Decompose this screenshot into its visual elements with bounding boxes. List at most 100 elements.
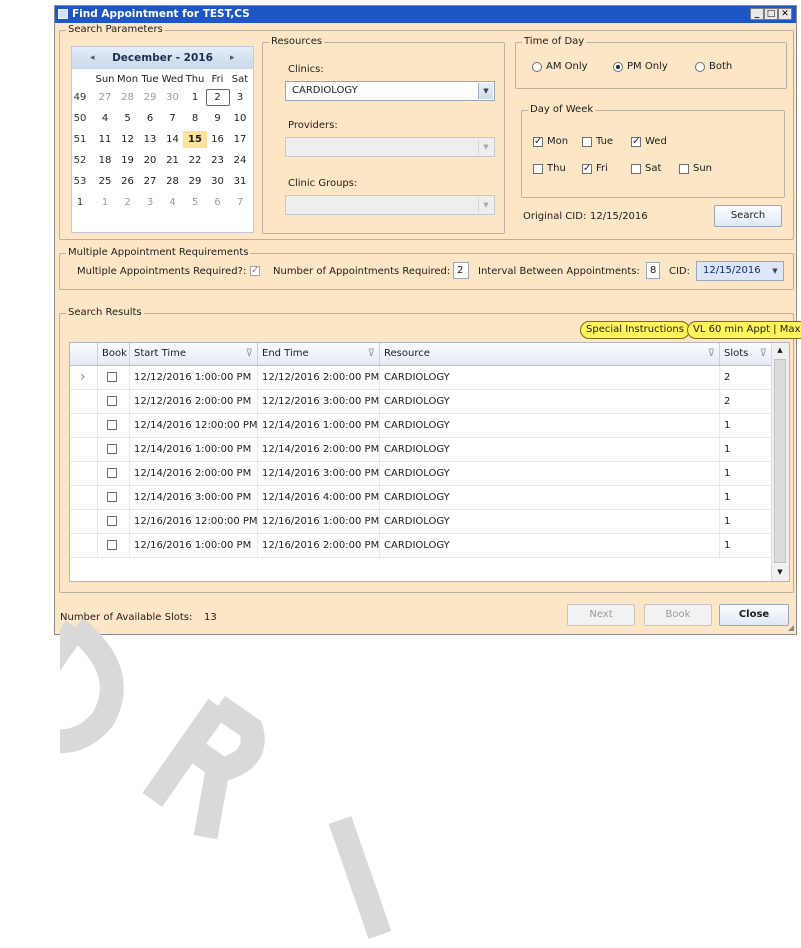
book-checkbox[interactable] [107,396,117,406]
multiple-required-checkbox[interactable]: ✓ [250,266,260,276]
calendar-day[interactable]: 29 [138,89,162,106]
calendar-day[interactable]: 24 [228,152,252,169]
calendar-day[interactable]: 29 [183,173,207,190]
calendar-day[interactable]: 23 [206,152,230,169]
calendar-day[interactable]: 9 [206,110,230,127]
calendar-day[interactable]: 7 [228,194,252,211]
calendar-day[interactable]: 11 [93,131,117,148]
column-header-slots[interactable]: Slots ⊽ [720,343,772,365]
table-row[interactable]: 12/14/2016 12:00:00 PM 12/14/2016 1:00:00… [70,414,772,438]
calendar-day[interactable]: 30 [161,89,185,106]
row-indicator[interactable] [70,534,98,557]
scrollbar-thumb[interactable] [774,359,786,563]
current-row-indicator-icon[interactable]: › [70,366,98,389]
table-row[interactable]: 12/16/2016 1:00:00 PM 12/16/2016 2:00:00 … [70,534,772,558]
row-indicator[interactable] [70,510,98,533]
book-checkbox[interactable] [107,420,117,430]
triangle-left-icon[interactable]: ◂ [90,47,95,69]
day-of-week-checkbox-wed[interactable]: ✓ [631,137,641,147]
calendar-day[interactable]: 22 [183,152,207,169]
filter-icon[interactable]: ⊽ [760,343,767,365]
filter-icon[interactable]: ⊽ [368,343,375,365]
calendar-day[interactable]: 28 [116,89,140,106]
column-header-book[interactable]: Book [98,343,130,365]
day-of-week-checkbox-sat[interactable] [631,164,641,174]
table-row[interactable]: 12/14/2016 1:00:00 PM 12/14/2016 2:00:00 … [70,438,772,462]
day-of-week-checkbox-thu[interactable] [533,164,543,174]
calendar-day[interactable]: 5 [116,110,140,127]
appointments-count-field[interactable]: 2 [453,262,469,279]
calendar-day[interactable]: 5 [183,194,207,211]
column-header-end-time[interactable]: End Time ⊽ [258,343,380,365]
calendar-day[interactable]: 13 [138,131,162,148]
resize-grip-icon[interactable]: ◢ [788,623,794,632]
calendar-day[interactable]: 19 [116,152,140,169]
chevron-down-icon[interactable]: ▼ [772,565,788,579]
clinics-combo[interactable]: CARDIOLOGY ▼ [285,81,495,101]
book-checkbox[interactable] [107,492,117,502]
row-indicator[interactable] [70,438,98,461]
calendar-day[interactable]: 15 [183,131,207,148]
filter-icon[interactable]: ⊽ [708,343,715,365]
column-header-start-time[interactable]: Start Time ⊽ [130,343,258,365]
chevron-down-icon[interactable]: ▼ [478,83,493,99]
time-of-day-radio[interactable] [613,62,623,72]
calendar-day[interactable]: 4 [161,194,185,211]
search-button[interactable]: Search [714,205,782,227]
day-of-week-checkbox-tue[interactable] [582,137,592,147]
calendar[interactable]: ◂ December - 2016 ▸ Sun Mon Tue Wed Thu Fri Sa… [71,46,254,233]
time-of-day-radio[interactable] [695,62,705,72]
close-window-button[interactable]: ✕ [778,8,792,20]
book-checkbox[interactable] [107,540,117,550]
table-row[interactable]: 12/12/2016 2:00:00 PM 12/12/2016 3:00:00 … [70,390,772,414]
interval-field[interactable]: 8 [646,262,660,279]
calendar-day[interactable]: 28 [161,173,185,190]
calendar-day[interactable]: 6 [206,194,230,211]
minimize-button[interactable]: _ [750,8,764,20]
row-indicator[interactable] [70,414,98,437]
calendar-day[interactable]: 6 [138,110,162,127]
calendar-day[interactable]: 2 [116,194,140,211]
calendar-day[interactable]: 30 [206,173,230,190]
day-of-week-checkbox-sun[interactable] [679,164,689,174]
calendar-day[interactable]: 7 [161,110,185,127]
calendar-day[interactable]: 25 [93,173,117,190]
book-checkbox[interactable] [107,444,117,454]
calendar-day[interactable]: 12 [116,131,140,148]
providers-combo[interactable]: ▼ [285,137,495,157]
chevron-down-icon[interactable]: ▼ [768,263,782,279]
row-indicator[interactable] [70,390,98,413]
calendar-day[interactable]: 8 [183,110,207,127]
table-row[interactable]: 12/16/2016 12:00:00 PM 12/16/2016 1:00:00… [70,510,772,534]
triangle-right-icon[interactable]: ▸ [230,47,235,69]
calendar-day[interactable]: 3 [138,194,162,211]
special-instructions-badge[interactable]: Special Instructions [580,321,690,339]
calendar-day[interactable]: 27 [138,173,162,190]
row-indicator[interactable] [70,486,98,509]
clinic-groups-combo[interactable]: ▼ [285,195,495,215]
next-button[interactable]: Next [567,604,635,626]
calendar-day[interactable]: 20 [138,152,162,169]
book-checkbox[interactable] [107,516,117,526]
book-checkbox[interactable] [107,468,117,478]
calendar-day[interactable]: 10 [228,110,252,127]
cid-date-picker[interactable]: 12/15/2016 ▼ [696,261,784,281]
book-button[interactable]: Book [644,604,712,626]
table-row[interactable]: › 12/12/2016 1:00:00 PM 12/12/2016 2:00:00… [70,366,772,390]
calendar-day[interactable]: 3 [228,89,252,106]
calendar-day[interactable]: 18 [93,152,117,169]
chevron-up-icon[interactable]: ▲ [772,343,788,357]
table-row[interactable]: 12/14/2016 3:00:00 PM 12/14/2016 4:00:00 … [70,486,772,510]
row-indicator[interactable] [70,462,98,485]
calendar-day[interactable]: 21 [161,152,185,169]
close-button[interactable]: Close [719,604,789,626]
time-of-day-radio[interactable] [532,62,542,72]
day-of-week-checkbox-fri[interactable]: ✓ [582,164,592,174]
calendar-day[interactable]: 16 [206,131,230,148]
calendar-day[interactable]: 17 [228,131,252,148]
calendar-day[interactable]: 1 [93,194,117,211]
calendar-day[interactable]: 27 [93,89,117,106]
table-row[interactable]: 12/14/2016 2:00:00 PM 12/14/2016 3:00:00 … [70,462,772,486]
day-of-week-checkbox-mon[interactable]: ✓ [533,137,543,147]
column-header-resource[interactable]: Resource ⊽ [380,343,720,365]
